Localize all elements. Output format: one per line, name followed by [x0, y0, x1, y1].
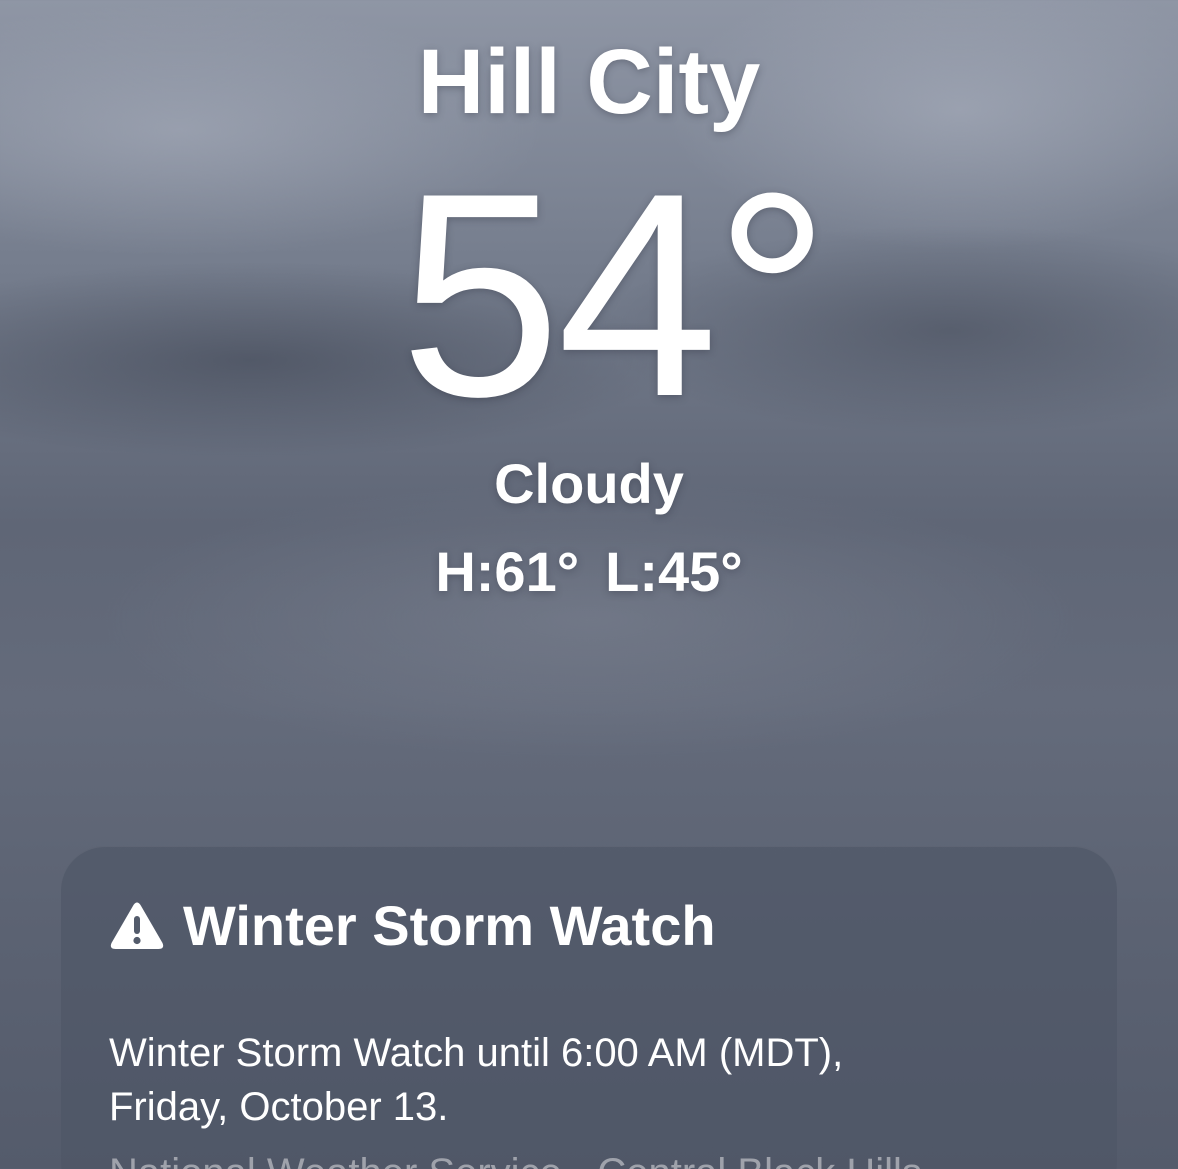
warning-triangle-icon	[110, 902, 164, 949]
high-low-temperatures: H:61° L:45°	[0, 544, 1178, 600]
low-temperature: L:45°	[605, 540, 743, 603]
alert-title: Winter Storm Watch	[183, 894, 716, 957]
alert-description-line-2: Friday, October 13.	[109, 1085, 449, 1129]
severe-weather-alert-card[interactable]: Winter Storm Watch Winter Storm Watch un…	[61, 846, 1117, 1169]
temperature-value: 54°	[399, 133, 831, 457]
current-temperature: 54°	[0, 150, 1178, 440]
alert-title-row: Winter Storm Watch	[109, 898, 716, 954]
city-name: Hill City	[417, 31, 761, 133]
alert-source: National Weather Service · Central Black…	[109, 1146, 1069, 1169]
weather-condition: Cloudy	[494, 452, 684, 515]
high-temperature: H:61°	[435, 540, 580, 603]
alert-description-line-1: Winter Storm Watch until 6:00 AM (MDT),	[109, 1031, 844, 1075]
alert-description: Winter Storm Watch until 6:00 AM (MDT), …	[109, 1026, 1069, 1134]
